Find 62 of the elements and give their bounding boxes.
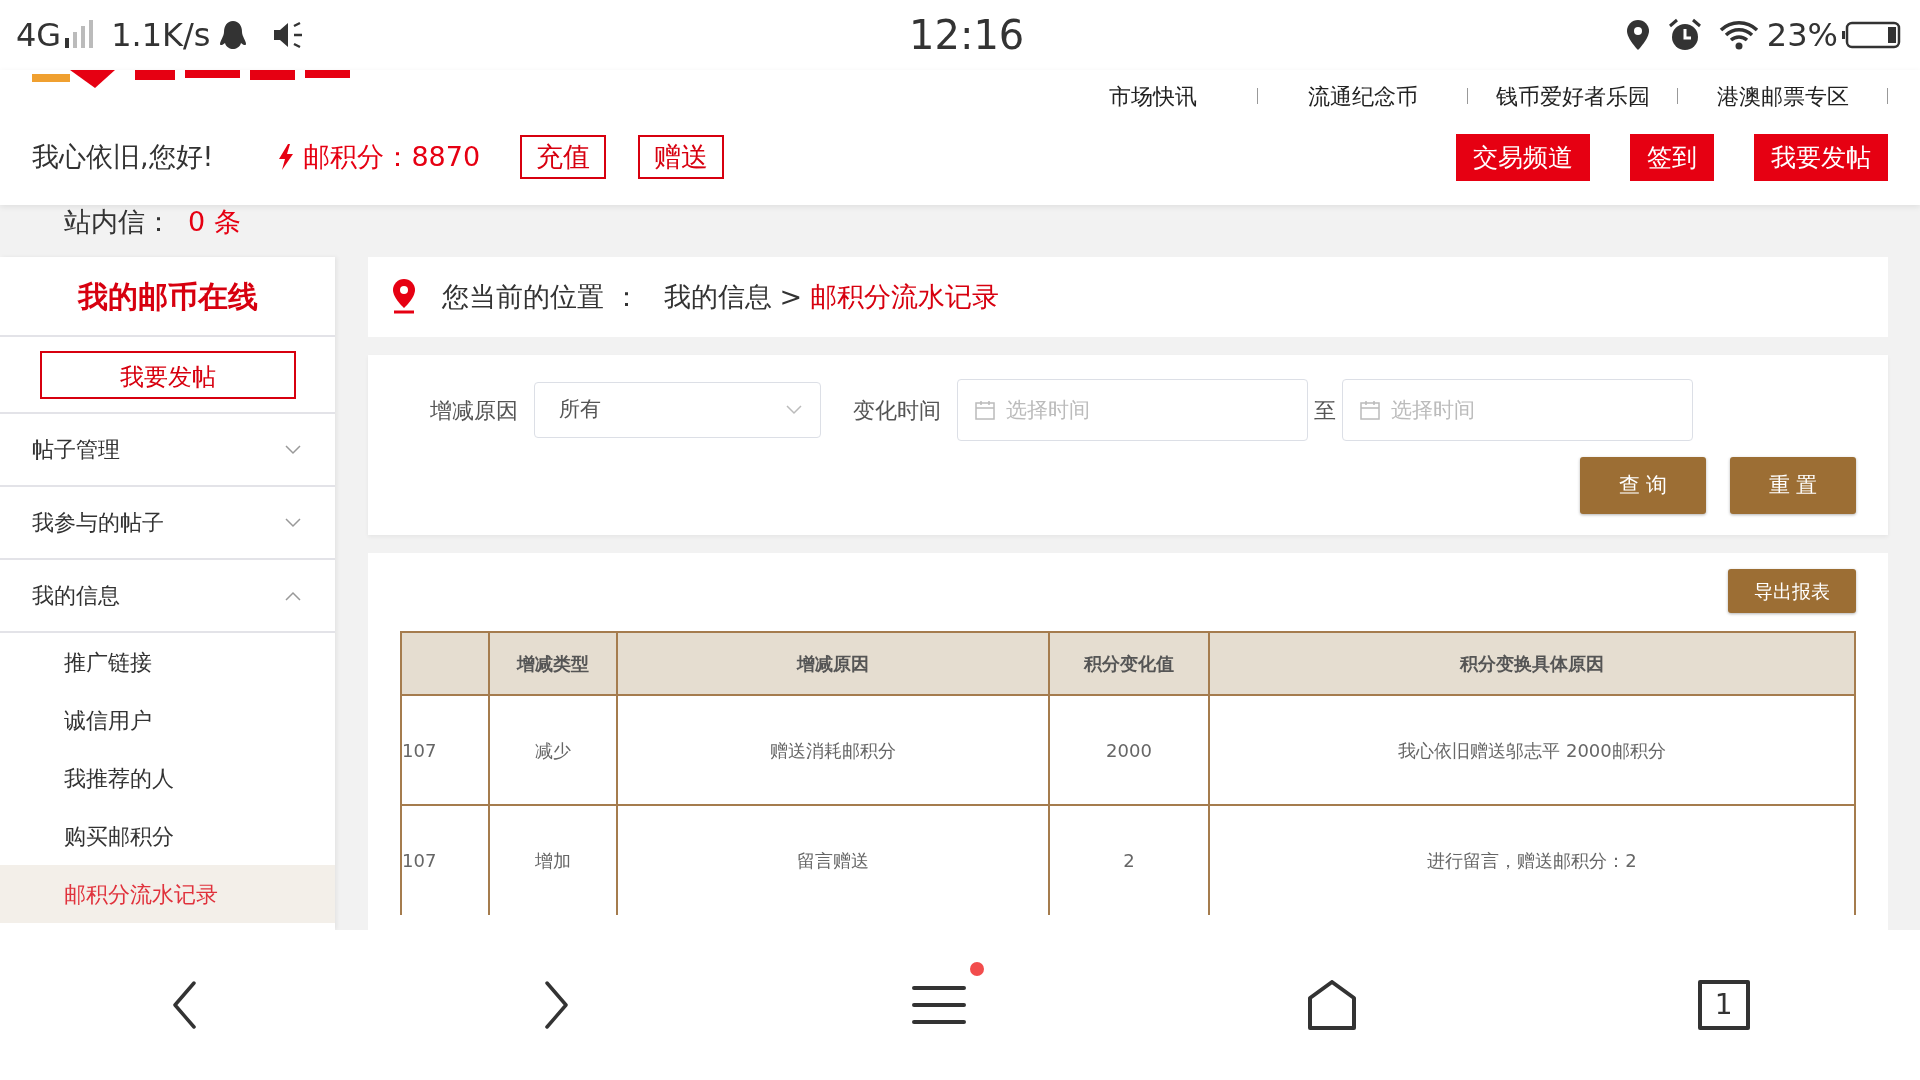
nav-link-item[interactable]: 钱币爱好者乐园 [1468,79,1677,113]
messages-label: 站内信： [64,205,172,240]
breadcrumb-label: 您当前的位置 ： [442,279,640,314]
date-field[interactable]: 选择时间 [957,379,1308,441]
header-button[interactable]: 签到 [1630,133,1714,181]
header-button[interactable]: 我要发帖 [1754,133,1888,181]
location-pin-icon [1624,19,1651,51]
points-text: 邮积分：8870 [303,139,481,174]
column-header: 积分变换具体原因 [1209,632,1855,695]
sidebar-subitem[interactable]: 推广链接 [0,633,335,691]
breadcrumb-link[interactable]: 邮积分流水记录 [810,276,1000,318]
location-pin-icon [390,278,418,316]
column-header: 增减类型 [489,632,617,695]
battery-percent: 23% [1766,15,1838,56]
sidebar-item[interactable]: 帖子管理 [0,414,335,487]
table-cell: 进行留言，赠送邮积分：2 [1209,805,1855,915]
chevron-down-icon [786,405,802,415]
lightning-icon [277,144,296,170]
network-type: 4G [16,15,62,56]
network-speed: 1.1K/s [111,15,211,56]
filter-label: 变化时间 [853,396,941,425]
sidebar-item[interactable]: 我参与的帖子 [0,487,335,560]
calendar-icon [1360,400,1380,420]
sidebar-subitem[interactable]: 诚信用户 [0,691,335,749]
sidebar-title: 我的邮币在线 [77,277,258,316]
column-header: 积分变化值 [1049,632,1209,695]
breadcrumb-separator: > [779,279,803,314]
table-cell: 2 [1049,805,1209,915]
sidebar-subitem[interactable]: 我推荐的人 [0,749,335,807]
sidebar-subitem[interactable]: 购买邮积分 [0,807,335,865]
table-cell: 107 [401,805,489,915]
clock-time: 12:16 [909,11,1025,60]
tabs-button[interactable]: 1 [1697,980,1750,1030]
filter-button[interactable]: 查 询 [1580,457,1706,514]
wifi-icon [1718,20,1759,50]
messages-count[interactable]: 0 条 [188,202,241,243]
action-button[interactable]: 赠送 [638,135,725,179]
sidebar-subitem[interactable]: 邮积分流水记录 [0,865,335,923]
breadcrumb-link[interactable]: 我的信息 [663,276,772,318]
table-cell: 留言赠送 [617,805,1049,915]
nav-link-item[interactable]: 市场快讯 [1048,79,1257,113]
filter-button[interactable]: 重 置 [1730,457,1856,514]
post-button[interactable]: 我要发帖 [39,350,296,399]
export-button[interactable]: 导出报表 [1728,569,1856,613]
action-button[interactable]: 充值 [520,135,607,179]
header-button[interactable]: 交易频道 [1456,133,1590,181]
reason-dropdown[interactable]: 所有 [534,382,821,438]
bird-icon [218,19,249,51]
table-cell: 增加 [489,805,617,915]
date-field[interactable]: 选择时间 [1342,379,1693,441]
home-icon[interactable] [1306,980,1357,1030]
range-word: 至 [1314,396,1336,425]
sidebar-item[interactable]: 我的信息 [0,560,335,633]
alarm-clock-icon [1666,18,1703,52]
nav-link-item[interactable]: 港澳邮票专区 [1678,79,1887,113]
column-header: 增减原因 [617,632,1049,695]
menu-icon[interactable] [912,984,966,1026]
calendar-icon [975,400,995,420]
filter-label: 增减原因 [430,396,518,425]
table-cell: 107 [401,695,489,805]
nav-link-item[interactable]: 流通纪念币 [1258,79,1467,113]
greeting-text: 我心依旧,您好! [32,139,214,174]
